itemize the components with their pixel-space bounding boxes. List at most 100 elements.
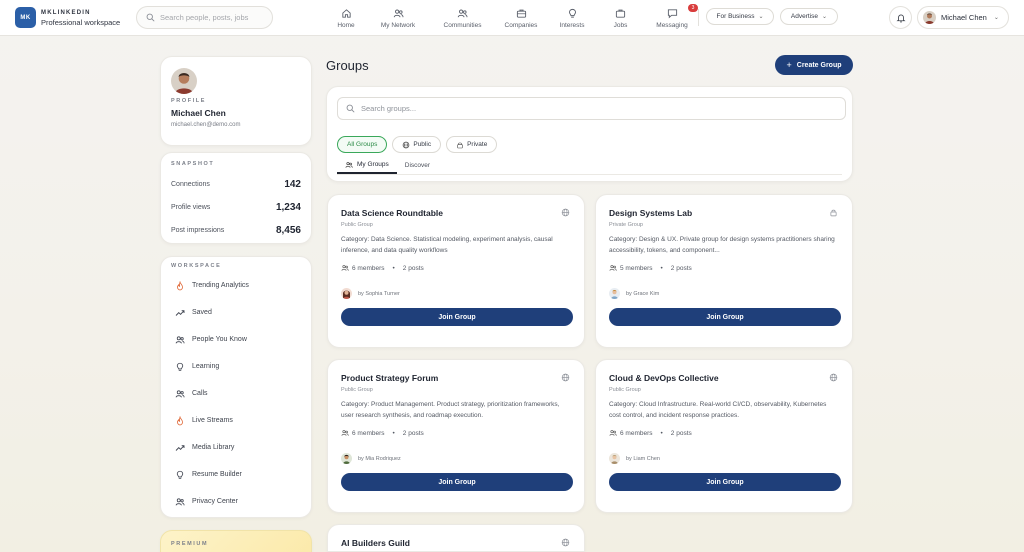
workspace-item-resume-builder[interactable]: Resume Builder: [171, 461, 301, 488]
group-owner: by Mia Rodriquez: [341, 453, 571, 464]
group-card[interactable]: AI Builders Guild: [327, 524, 585, 552]
top-bar: MK MKLINKEDIN Professional workspace Hom…: [0, 0, 1024, 36]
group-members: 6 members: [620, 429, 653, 437]
join-group-button[interactable]: Join Group: [609, 473, 841, 491]
home-icon: [341, 8, 351, 18]
tab-discover[interactable]: Discover: [397, 157, 438, 174]
stat-value: 1,234: [275, 202, 301, 213]
owner-name: by Mia Rodriquez: [358, 455, 401, 462]
filter-all-groups[interactable]: All Groups: [337, 136, 388, 153]
nav-companies-label: Companies: [504, 21, 538, 29]
nav-interests[interactable]: Interests: [546, 0, 598, 36]
group-search-input[interactable]: [361, 104, 821, 113]
group-title[interactable]: Design Systems Lab: [609, 208, 839, 218]
group-owner: by Liam Chen: [609, 453, 839, 464]
nav-home-label: Home: [337, 21, 355, 29]
group-owner: by Grace Kim: [609, 288, 839, 299]
group-title[interactable]: Data Science Roundtable: [341, 208, 571, 218]
group-title[interactable]: AI Builders Guild: [341, 538, 571, 548]
workspace-item-learning[interactable]: Learning: [171, 353, 301, 380]
filter-private[interactable]: Private: [446, 136, 498, 153]
workspace-item-label: Live Streams: [192, 417, 233, 424]
workspace-item-label: Resume Builder: [192, 471, 242, 478]
search-icon: [346, 104, 355, 113]
avatar: [341, 453, 352, 464]
group-description: Category: Design & UX. Private group for…: [609, 236, 835, 254]
workspace-item-people-you-know[interactable]: People You Know: [171, 326, 301, 353]
nav-jobs[interactable]: Jobs: [598, 0, 643, 36]
avatar: [341, 288, 352, 299]
group-meta: 5 members • 2 posts: [609, 264, 839, 272]
group-description: Category: Product Management. Product st…: [341, 401, 560, 419]
workspace-item-label: Media Library: [192, 444, 235, 451]
stat-profile-views[interactable]: Profile views 1,234: [171, 202, 301, 213]
global-search: [136, 6, 273, 29]
people-icon: [175, 335, 185, 343]
nav-communities-label: Communities: [443, 21, 482, 29]
workspace-item-label: Privacy Center: [192, 498, 238, 505]
people-icon: [341, 265, 349, 271]
people-icon: [175, 389, 185, 397]
group-meta: 6 members • 2 posts: [341, 429, 571, 437]
workspace-item-calls[interactable]: Calls: [171, 380, 301, 407]
brand[interactable]: MK MKLINKEDIN Professional workspace: [15, 7, 120, 28]
chevron-down-icon: ⌄: [758, 14, 764, 20]
workspace-item-privacy-center[interactable]: Privacy Center: [171, 488, 301, 515]
user-menu[interactable]: Michael Chen ⌄: [917, 6, 1009, 29]
group-description: Category: Cloud Infrastructure. Real-wor…: [609, 401, 827, 419]
workspace-section-label: WORKSPACE: [171, 263, 222, 269]
owner-name: by Liam Chen: [626, 455, 660, 462]
premium-card[interactable]: PREMIUM: [160, 530, 312, 552]
stat-post-impressions[interactable]: Post impressions 8,456: [171, 225, 301, 236]
group-title[interactable]: Cloud & DevOps Collective: [609, 373, 839, 383]
stat-connections[interactable]: Connections 142: [171, 179, 301, 190]
for-business-button[interactable]: For Business ⌄: [706, 8, 774, 25]
group-owner: by Sophia Turner: [341, 288, 571, 299]
chevron-down-icon: ⌄: [822, 14, 828, 20]
filter-label: Public: [413, 141, 432, 148]
tab-my-groups[interactable]: My Groups: [337, 157, 397, 174]
profile-email: michael.chen@demo.com: [171, 122, 241, 128]
workspace-item-trending-analytics[interactable]: Trending Analytics: [171, 272, 301, 299]
create-group-button[interactable]: + Create Group: [775, 55, 853, 75]
group-title[interactable]: Product Strategy Forum: [341, 373, 571, 383]
nav-home[interactable]: Home: [325, 0, 367, 36]
search-icon: [146, 13, 155, 22]
lightbulb-icon: [176, 470, 184, 479]
join-group-button[interactable]: Join Group: [341, 308, 573, 326]
group-tabs: My Groups Discover: [337, 157, 842, 175]
globe-icon: [561, 208, 570, 217]
join-group-button[interactable]: Join Group: [341, 473, 573, 491]
group-card[interactable]: Data Science Roundtable Public Group Cat…: [327, 194, 585, 348]
group-members: 6 members: [352, 429, 385, 437]
workspace-item-media-library[interactable]: Media Library: [171, 434, 301, 461]
workspace-item-saved[interactable]: Saved: [171, 299, 301, 326]
meta-separator: •: [392, 264, 395, 272]
group-card[interactable]: Design Systems Lab Private Group Categor…: [595, 194, 853, 348]
brand-logo: MK: [15, 7, 36, 28]
group-card[interactable]: Product Strategy Forum Public Group Cate…: [327, 359, 585, 513]
stat-label: Connections: [171, 181, 210, 188]
nav-communities[interactable]: Communities: [429, 0, 496, 36]
trending-icon: [175, 309, 185, 316]
group-posts: 2 posts: [402, 264, 424, 272]
page-title: Groups: [326, 58, 369, 73]
group-card[interactable]: Cloud & DevOps Collective Public Group C…: [595, 359, 853, 513]
nav-my-network[interactable]: My Network: [367, 0, 429, 36]
flame-icon: [177, 415, 183, 425]
nav-companies[interactable]: Companies: [496, 0, 546, 36]
lock-icon: [457, 142, 463, 148]
group-meta: 6 members • 2 posts: [341, 264, 571, 272]
global-search-input[interactable]: [160, 13, 270, 22]
profile-card[interactable]: PROFILE Michael Chen michael.chen@demo.c…: [160, 56, 312, 146]
nav-messaging[interactable]: Messaging 3: [643, 0, 701, 36]
filter-public[interactable]: Public: [392, 136, 442, 153]
group-members: 6 members: [352, 264, 385, 272]
notifications-button[interactable]: [889, 6, 912, 29]
group-type: Public Group: [341, 387, 373, 393]
group-posts: 2 posts: [670, 429, 692, 437]
join-group-button[interactable]: Join Group: [609, 308, 841, 326]
group-search: [337, 97, 846, 120]
workspace-item-live-streams[interactable]: Live Streams: [171, 407, 301, 434]
advertise-button[interactable]: Advertise ⌄: [780, 8, 838, 25]
